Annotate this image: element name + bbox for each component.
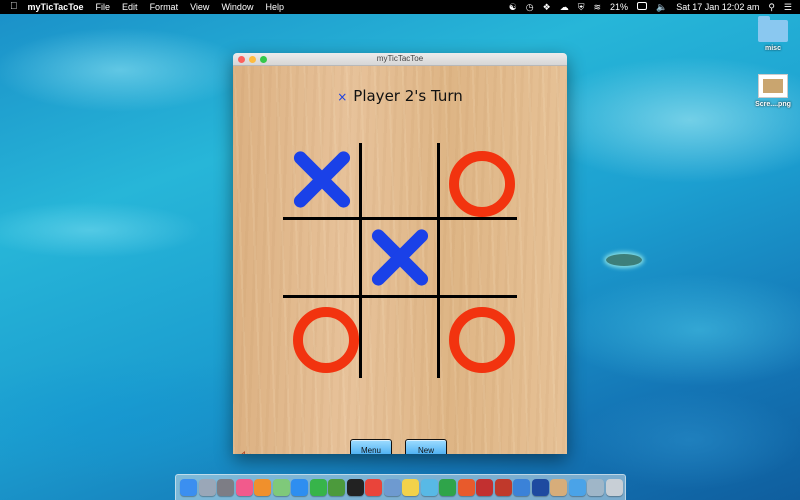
dock-maps-icon[interactable] — [272, 479, 290, 496]
dock-notes-icon[interactable] — [402, 479, 419, 496]
o-mark — [449, 151, 515, 217]
dock-app-store-icon[interactable] — [531, 479, 549, 496]
dock-documents-icon[interactable] — [587, 479, 604, 496]
notification-center-icon[interactable]: ☰ — [784, 0, 792, 14]
dock-sublime-icon[interactable] — [457, 479, 475, 496]
menu-button[interactable]: Menu — [350, 439, 392, 454]
title-bar[interactable]: myTicTacToe — [233, 53, 567, 66]
dock-launchpad-icon[interactable] — [198, 479, 216, 496]
dock-preview-icon[interactable] — [383, 479, 401, 496]
board-cell[interactable] — [439, 143, 517, 221]
x-mark — [367, 224, 433, 290]
menu-bar:  myTicTacToe File Edit Format View Wind… — [0, 0, 800, 14]
dock-safari-icon[interactable] — [291, 479, 308, 496]
dock-xcode-icon[interactable] — [513, 479, 530, 496]
dock-itunes-icon[interactable] — [235, 479, 253, 496]
battery-icon[interactable] — [637, 0, 648, 14]
shield-icon[interactable]: ⛨ — [578, 0, 585, 14]
board-cell[interactable] — [361, 299, 439, 377]
board-cell[interactable] — [439, 299, 517, 377]
desktop-item-misc[interactable]: misc — [743, 16, 800, 52]
menu-view[interactable]: View — [190, 0, 209, 14]
dock-coda-icon[interactable] — [420, 479, 438, 496]
game-window: myTicTacToe × Player 2's Turn Menu New — [233, 53, 567, 454]
game-board — [283, 143, 517, 378]
dock-trash-icon[interactable] — [605, 479, 623, 496]
desktop-item-screenshot[interactable]: Scre....png — [743, 74, 800, 108]
dock-chrome-icon[interactable] — [365, 479, 382, 496]
turn-symbol: × — [337, 90, 348, 104]
dock-system-preferences-icon[interactable] — [217, 479, 234, 496]
dock — [175, 474, 626, 500]
menu-file[interactable]: File — [96, 0, 111, 14]
clock[interactable]: Sat 17 Jan 12:02 am — [676, 0, 759, 14]
x-mark — [289, 146, 355, 212]
speaker-muted-icon[interactable] — [238, 451, 252, 454]
dock-tictactoe-icon[interactable] — [550, 479, 567, 496]
dock-numbers-icon[interactable] — [309, 479, 327, 496]
battery-percent[interactable]: 21% — [610, 0, 628, 14]
menu-window[interactable]: Window — [221, 0, 253, 14]
o-mark — [293, 307, 359, 373]
wifi-icon[interactable]: ≋ — [593, 0, 601, 14]
desktop:  myTicTacToe File Edit Format View Wind… — [0, 0, 800, 500]
spotlight-search-icon[interactable]: ⚲ — [768, 0, 775, 14]
game-area: × Player 2's Turn Menu New Game — [233, 66, 567, 454]
board-cell[interactable] — [283, 299, 361, 377]
menu-help[interactable]: Help — [265, 0, 284, 14]
board-cell[interactable] — [283, 143, 361, 221]
dock-grid-app-icon[interactable] — [439, 479, 456, 496]
game-controller-icon[interactable]: ☯ — [509, 0, 517, 14]
app-menu[interactable]: myTicTacToe — [28, 0, 84, 14]
window-title: myTicTacToe — [376, 54, 424, 63]
dock-pdf-tool-icon[interactable] — [476, 479, 493, 496]
board-cell[interactable] — [361, 143, 439, 221]
new-game-button[interactable]: New Game — [405, 439, 447, 454]
desktop-item-label: misc — [765, 45, 781, 52]
png-file-icon — [758, 74, 788, 98]
island-decoration — [606, 254, 642, 266]
o-mark — [449, 307, 515, 373]
turn-indicator: × Player 2's Turn — [233, 87, 567, 105]
cloud-icon[interactable]: ☁ — [560, 0, 569, 14]
close-window-button[interactable] — [238, 55, 245, 63]
dock-downloads-icon[interactable] — [568, 479, 586, 496]
menu-format[interactable]: Format — [150, 0, 179, 14]
board-cell[interactable] — [361, 221, 439, 299]
time-machine-icon[interactable]: ◷ — [526, 0, 534, 14]
board-cell[interactable] — [439, 221, 517, 299]
apple-icon[interactable]:  — [10, 0, 18, 14]
dock-finder-icon[interactable] — [180, 479, 197, 496]
folder-icon — [758, 16, 788, 42]
dock-filezilla-icon[interactable] — [494, 479, 512, 496]
desktop-item-label: Scre....png — [755, 101, 791, 108]
zoom-window-button[interactable] — [260, 55, 267, 63]
dropbox-icon[interactable]: ❖ — [543, 0, 551, 14]
turn-text: Player 2's Turn — [353, 87, 463, 105]
minimize-window-button[interactable] — [249, 55, 256, 63]
volume-icon[interactable]: 🔈 — [656, 0, 667, 14]
menu-edit[interactable]: Edit — [122, 0, 138, 14]
dock-utorrent-icon[interactable] — [328, 479, 345, 496]
dock-ibooks-icon[interactable] — [254, 479, 271, 496]
dock-terminal-icon[interactable] — [346, 479, 364, 496]
board-cell[interactable] — [283, 221, 361, 299]
